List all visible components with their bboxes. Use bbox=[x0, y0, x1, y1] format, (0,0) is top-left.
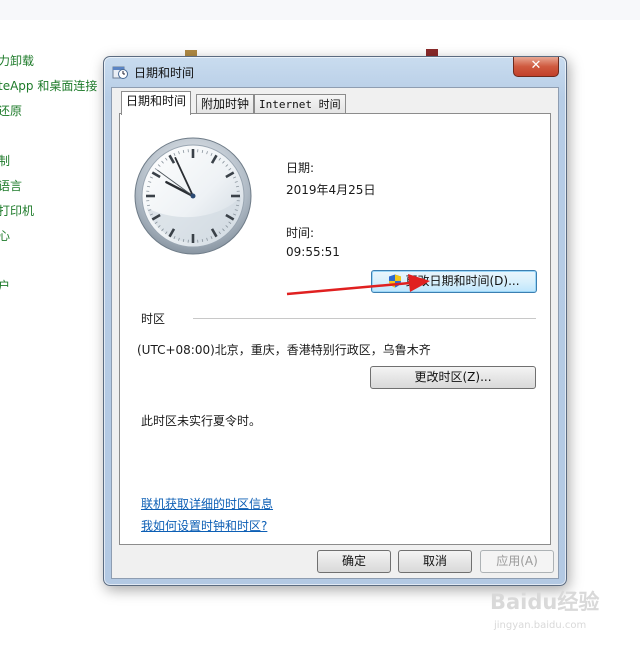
apply-button[interactable]: 应用(A) bbox=[480, 550, 554, 573]
cancel-button[interactable]: 取消 bbox=[398, 550, 472, 573]
timezone-info-link[interactable]: 联机获取详细的时区信息 bbox=[141, 495, 273, 512]
time-value: 09:55:51 bbox=[286, 245, 340, 259]
how-to-set-link[interactable]: 我如何设置时钟和时区? bbox=[141, 517, 267, 534]
bg-link-printer[interactable]: 打印机 bbox=[0, 202, 34, 219]
background-toolbar bbox=[0, 0, 640, 20]
baidu-jingyan-watermark: Baidu经验 jingyan.baidu.com bbox=[490, 590, 599, 631]
timezone-value: (UTC+08:00)北京，重庆，香港特别行政区，乌鲁木齐 bbox=[137, 343, 431, 357]
analog-clock bbox=[134, 137, 252, 255]
change-datetime-button[interactable]: 更改日期和时间(D)... bbox=[371, 270, 537, 293]
tab-date-time[interactable]: 日期和时间 bbox=[121, 91, 192, 115]
timezone-header: 时区 bbox=[141, 312, 166, 326]
tab-additional-clocks[interactable]: 附加时钟 bbox=[196, 94, 255, 114]
ok-button[interactable]: 确定 bbox=[317, 550, 391, 573]
window-title: 日期和时间 bbox=[134, 66, 195, 80]
tab-internet-time[interactable]: Internet 时间 bbox=[254, 94, 346, 114]
date-value: 2019年4月25日 bbox=[286, 183, 376, 197]
datetime-dialog: 日期和时间 ✕ 日期和时间 附加时钟 Internet 时间 日期: 2019年… bbox=[103, 56, 567, 586]
clock-center bbox=[190, 193, 196, 199]
bg-link-language[interactable]: 语言 bbox=[0, 177, 22, 194]
bg-link-fragment bbox=[0, 127, 4, 137]
bg-link-control[interactable]: 制 bbox=[0, 152, 10, 169]
tab-panel-date-time: 日期: 2019年4月25日 时间: 09:55:51 更改日期和时间(D)..… bbox=[119, 113, 551, 545]
dialog-client-area: 日期和时间 附加时钟 Internet 时间 日期: 2019年4月25日 时间… bbox=[111, 87, 559, 579]
bg-link-account[interactable]: 户 bbox=[0, 277, 10, 294]
change-timezone-button[interactable]: 更改时区(Z)... bbox=[370, 366, 536, 389]
bg-link-remoteapp[interactable]: teApp 和桌面连接 bbox=[0, 77, 97, 94]
date-label: 日期: bbox=[286, 161, 315, 175]
uac-shield-icon bbox=[389, 274, 402, 288]
close-button[interactable]: ✕ bbox=[513, 57, 559, 77]
svg-text:Baidu经验: Baidu经验 bbox=[490, 590, 599, 614]
timezone-divider bbox=[193, 318, 536, 319]
time-label: 时间: bbox=[286, 226, 315, 240]
bg-link-uninstall[interactable]: 力卸载 bbox=[0, 52, 34, 69]
clock-calendar-icon bbox=[112, 66, 128, 79]
change-datetime-label: 更改日期和时间(D)... bbox=[405, 274, 520, 288]
bg-link-restore[interactable]: 还原 bbox=[0, 102, 22, 119]
svg-text:jingyan.baidu.com: jingyan.baidu.com bbox=[493, 620, 586, 631]
bg-link-center[interactable]: 心 bbox=[0, 227, 10, 244]
dst-note: 此时区未实行夏令时。 bbox=[141, 414, 262, 428]
